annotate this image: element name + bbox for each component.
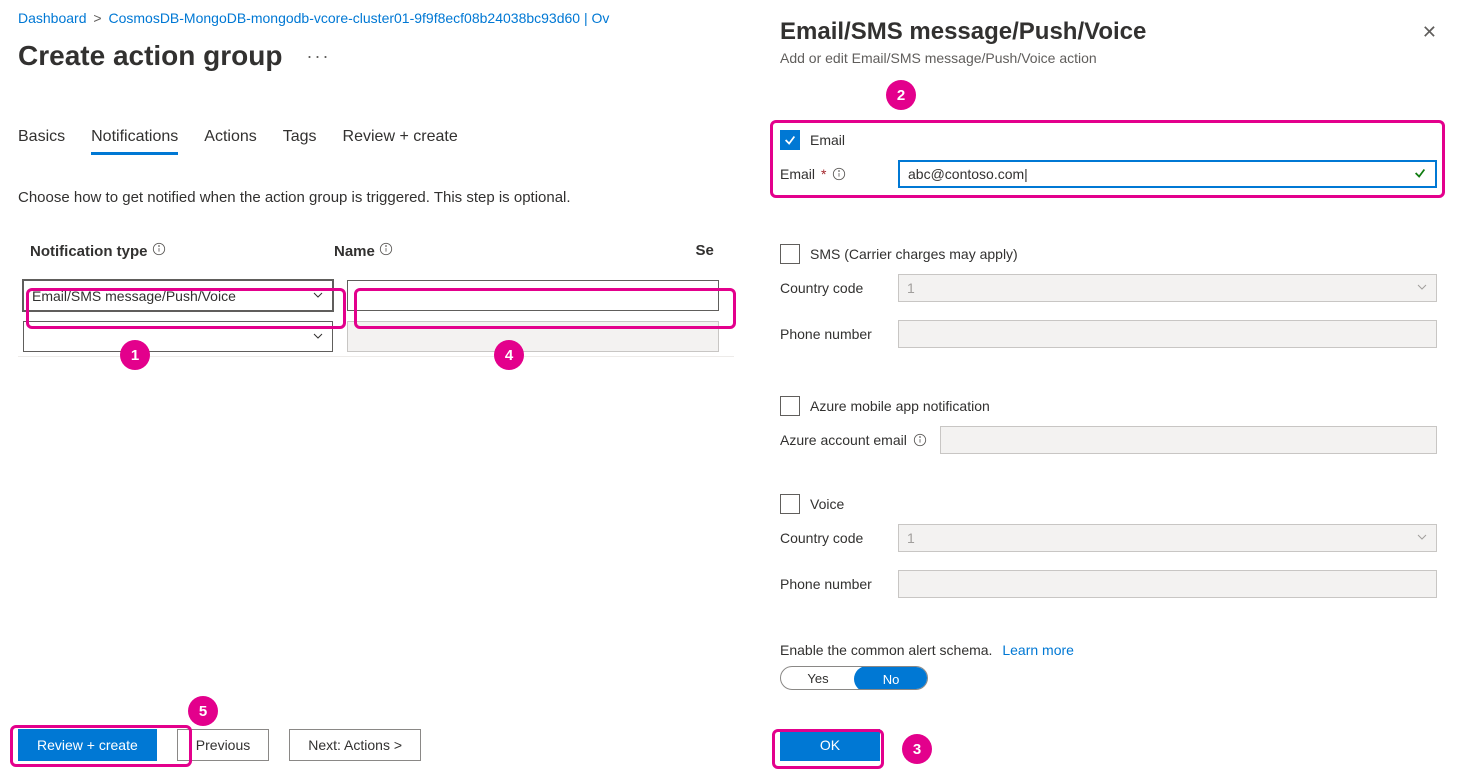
chevron-down-icon <box>1416 280 1428 296</box>
azure-email-input <box>940 426 1437 454</box>
voice-country-code-select: 1 <box>898 524 1437 552</box>
schema-label: Enable the common alert schema. <box>780 642 992 658</box>
phone-label: Phone number <box>780 326 872 342</box>
notification-name-input[interactable] <box>347 280 719 311</box>
chevron-down-icon <box>1416 530 1428 546</box>
more-icon[interactable]: ··· <box>306 46 330 67</box>
required-marker: * <box>821 166 826 182</box>
sms-checkbox[interactable] <box>780 244 800 264</box>
info-icon[interactable] <box>913 433 927 447</box>
email-check-label: Email <box>810 132 845 148</box>
checkmark-icon <box>1413 166 1427 183</box>
azure-email-label: Azure account email <box>780 432 907 448</box>
country-code-label: Country code <box>780 280 863 296</box>
voice-phone-label: Phone number <box>780 576 872 592</box>
review-create-button[interactable]: Review + create <box>18 729 157 761</box>
breadcrumb-sep: > <box>90 10 104 26</box>
notification-type-select-empty[interactable] <box>23 321 333 352</box>
email-checkbox[interactable] <box>780 130 800 150</box>
azure-app-check-label: Azure mobile app notification <box>810 398 990 414</box>
col-header-sel: Se <box>696 242 734 260</box>
voice-country-code-label: Country code <box>780 530 863 546</box>
panel-title: Email/SMS message/Push/Voice <box>780 18 1146 46</box>
schema-yes[interactable]: Yes <box>781 667 855 689</box>
info-icon[interactable] <box>832 167 846 181</box>
select-value: Email/SMS message/Push/Voice <box>32 288 236 304</box>
panel-subtitle: Add or edit Email/SMS message/Push/Voice… <box>780 50 1146 66</box>
info-icon[interactable] <box>152 242 166 256</box>
tab-review[interactable]: Review + create <box>343 128 458 155</box>
info-icon[interactable] <box>379 242 393 256</box>
col-header-type: Notification type <box>18 242 330 260</box>
azure-app-checkbox[interactable] <box>780 396 800 416</box>
email-input[interactable]: abc@contoso.com <box>898 160 1437 188</box>
breadcrumb: Dashboard > CosmosDB-MongoDB-mongodb-vco… <box>18 10 734 26</box>
tab-tags[interactable]: Tags <box>283 128 317 155</box>
chevron-down-icon <box>312 288 324 304</box>
breadcrumb-resource[interactable]: CosmosDB-MongoDB-mongodb-vcore-cluster01… <box>108 10 609 26</box>
schema-no[interactable]: No <box>854 666 928 690</box>
previous-button[interactable]: Previous <box>177 729 269 761</box>
learn-more-link[interactable]: Learn more <box>1002 642 1074 658</box>
col-header-name: Name <box>330 242 696 260</box>
email-label: Email <box>780 166 815 182</box>
notification-type-select[interactable]: Email/SMS message/Push/Voice <box>23 280 333 311</box>
voice-check-label: Voice <box>810 496 844 512</box>
voice-checkbox[interactable] <box>780 494 800 514</box>
close-icon[interactable]: ✕ <box>1422 18 1437 43</box>
breadcrumb-dashboard[interactable]: Dashboard <box>18 10 87 26</box>
sms-phone-input <box>898 320 1437 348</box>
tab-basics[interactable]: Basics <box>18 128 65 155</box>
sms-check-label: SMS (Carrier charges may apply) <box>810 246 1018 262</box>
ok-button[interactable]: OK <box>780 729 880 761</box>
notification-name-input-disabled <box>347 321 719 352</box>
intro-text: Choose how to get notified when the acti… <box>18 189 734 206</box>
tabs: Basics Notifications Actions Tags Review… <box>18 128 734 155</box>
schema-toggle[interactable]: Yes No <box>780 666 928 690</box>
chevron-down-icon <box>312 329 324 345</box>
tab-actions[interactable]: Actions <box>204 128 256 155</box>
tab-notifications[interactable]: Notifications <box>91 128 178 155</box>
page-title: Create action group <box>18 40 282 72</box>
sms-country-code-select: 1 <box>898 274 1437 302</box>
next-button[interactable]: Next: Actions > <box>289 729 421 761</box>
voice-phone-input <box>898 570 1437 598</box>
